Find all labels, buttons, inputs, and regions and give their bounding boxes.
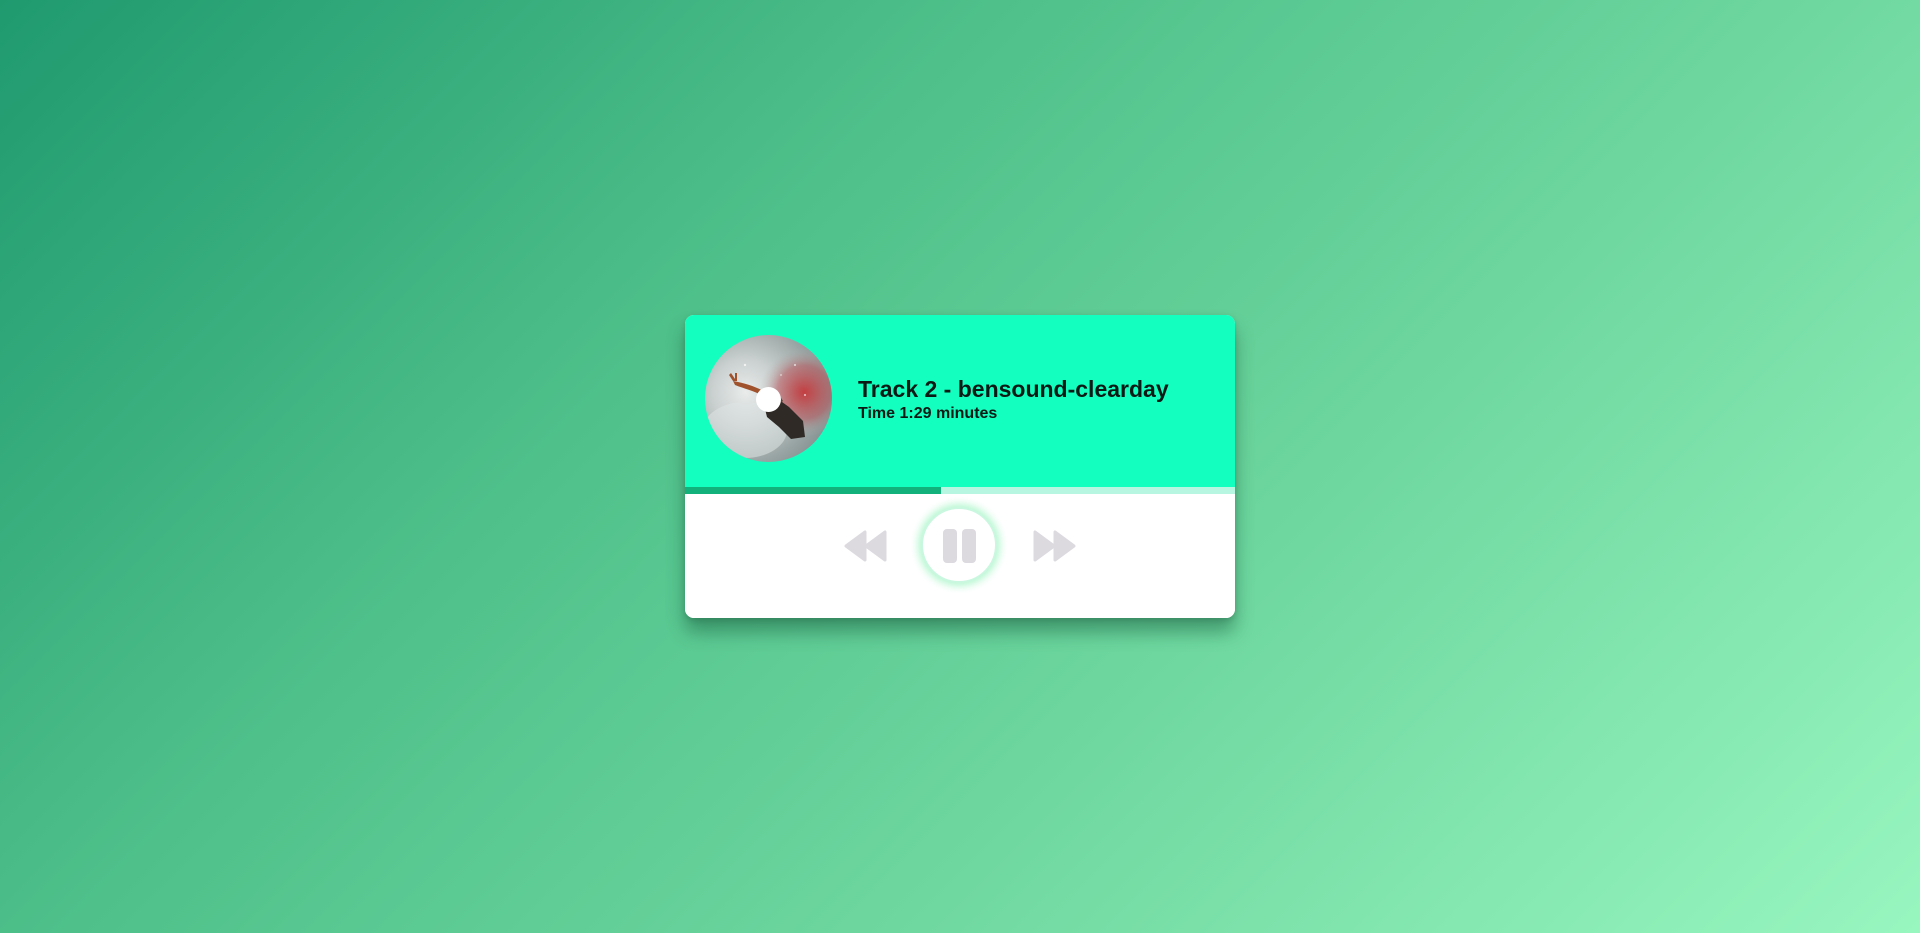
- track-time: Time 1:29 minutes: [858, 405, 998, 422]
- rewind-icon: [844, 530, 887, 562]
- pause-button[interactable]: [921, 507, 997, 583]
- progress-bar[interactable]: [685, 487, 1235, 494]
- album-center-hole: [756, 387, 781, 412]
- playback-controls: [685, 494, 1235, 618]
- music-player-card: Track 2 - bensound-clearday Time 1:29 mi…: [685, 315, 1235, 618]
- progress-fill: [685, 487, 941, 494]
- album-art: [705, 335, 832, 462]
- pause-icon: [943, 529, 976, 563]
- fast-forward-icon: [1033, 530, 1076, 562]
- player-header: Track 2 - bensound-clearday Time 1:29 mi…: [685, 315, 1235, 487]
- fast-forward-button[interactable]: [1031, 528, 1077, 564]
- track-info: Track 2 - bensound-clearday Time 1:29 mi…: [858, 375, 1218, 424]
- rewind-button[interactable]: [843, 528, 889, 564]
- track-title: Track 2 - bensound-clearday: [858, 376, 1169, 402]
